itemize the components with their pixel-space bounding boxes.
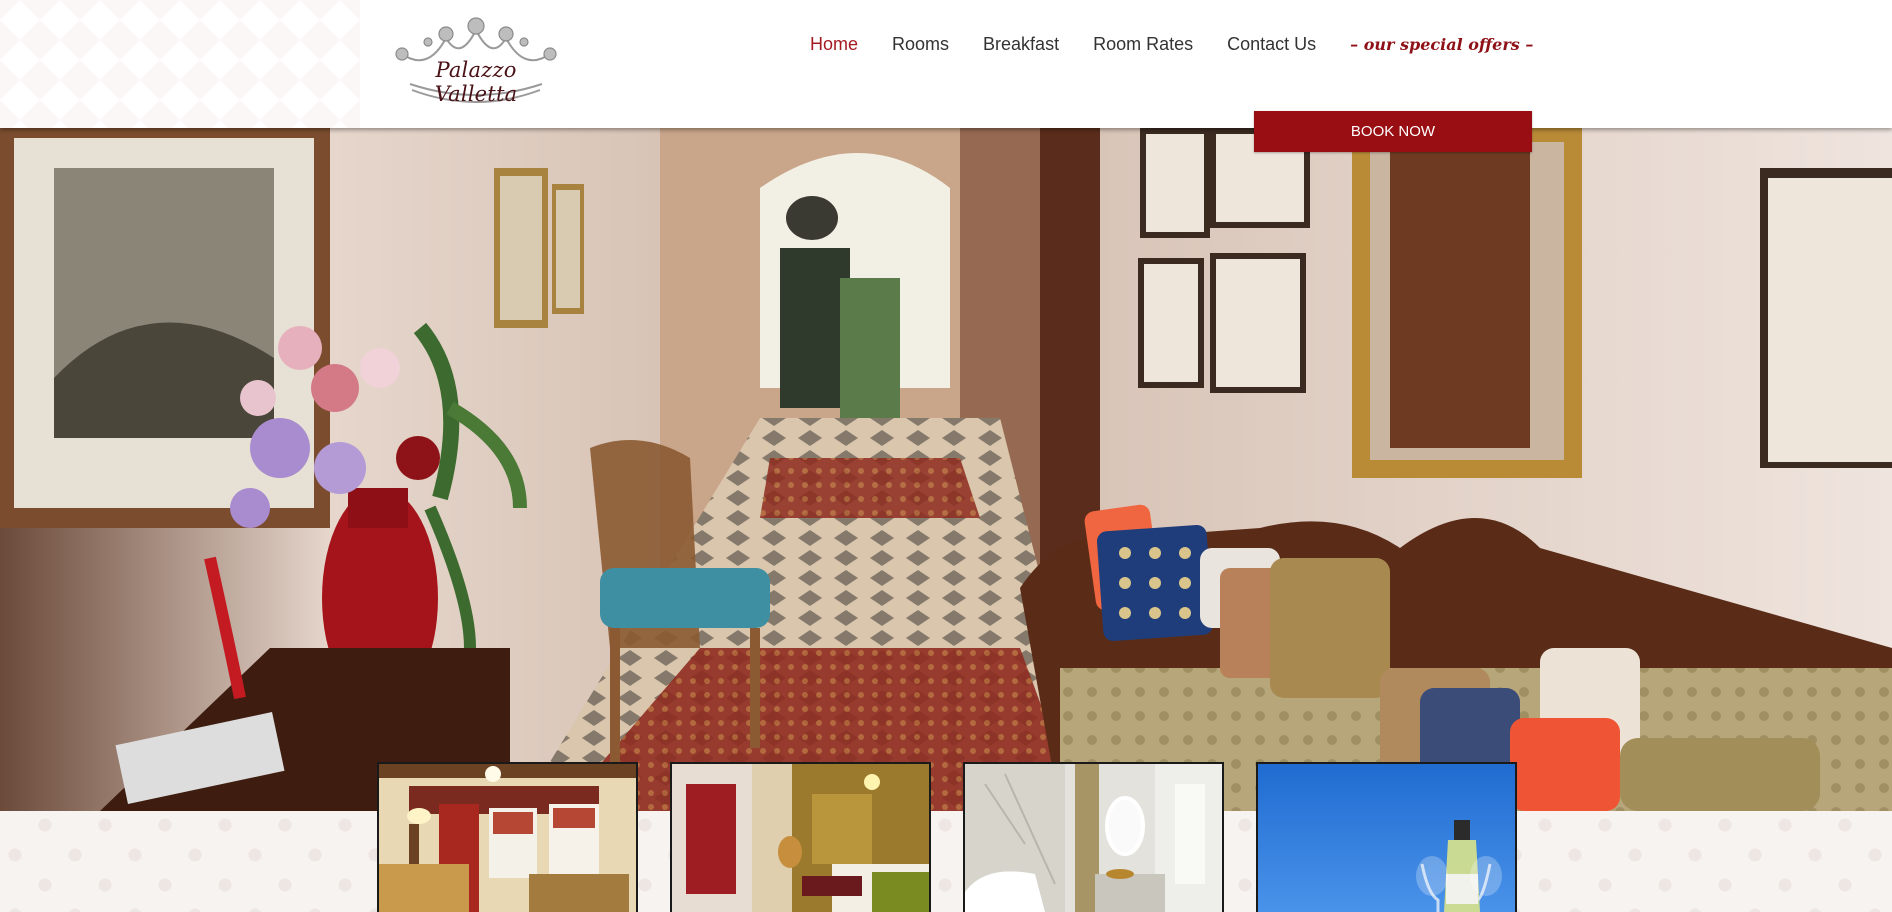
hero-image (0, 128, 1892, 811)
nav-special-offers[interactable]: – our special offers – (1350, 35, 1533, 54)
logo-text: Palazzo Valletta (434, 58, 518, 106)
suite-photo (672, 764, 929, 912)
logo-link[interactable]: Palazzo Valletta (388, 14, 564, 106)
book-now-button[interactable]: BOOK NOW (1254, 111, 1532, 152)
bedroom-photo (379, 764, 636, 912)
wine-photo (1258, 764, 1515, 912)
thumbnail-strip (377, 762, 1549, 912)
nav-rooms[interactable]: Rooms (892, 34, 949, 55)
bathroom-photo (965, 764, 1222, 912)
main-nav: Home Rooms Breakfast Room Rates Contact … (810, 30, 1533, 58)
nav-contact-us[interactable]: Contact Us (1227, 34, 1316, 55)
hallway-photo (0, 128, 1892, 811)
thumbnail-bedroom[interactable] (377, 762, 638, 912)
nav-breakfast[interactable]: Breakfast (983, 34, 1059, 55)
thumbnail-wine[interactable] (1256, 762, 1517, 912)
nav-room-rates[interactable]: Room Rates (1093, 34, 1193, 55)
site-header: Palazzo Valletta Home Rooms Breakfast Ro… (0, 0, 1892, 128)
thumbnail-suite[interactable] (670, 762, 931, 912)
thumbnail-bathroom[interactable] (963, 762, 1224, 912)
nav-home[interactable]: Home (810, 34, 858, 55)
